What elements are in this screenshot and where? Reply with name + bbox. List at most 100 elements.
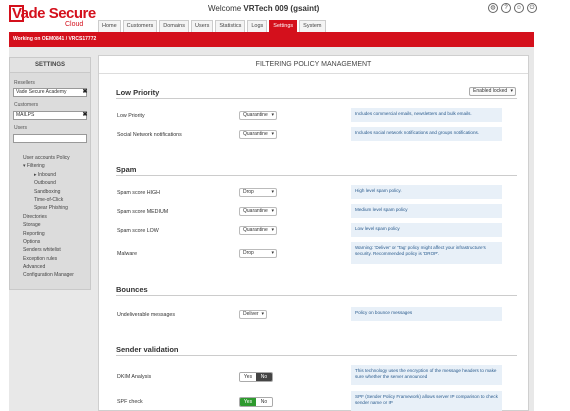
sidebar-item-inbound[interactable]: ▸ Inbound <box>19 171 74 179</box>
section-divider <box>116 355 517 356</box>
row-label-social-network: Social Network notifications <box>117 132 182 138</box>
spam-low-select[interactable]: Quarantine ▾ <box>239 226 277 235</box>
chevron-down-icon: ▾ <box>271 112 274 118</box>
customers-label: Customers <box>14 102 39 108</box>
welcome-prefix: Welcome <box>208 4 244 13</box>
spam-high-select[interactable]: Drop ▾ <box>239 188 277 197</box>
dkim-yes-option[interactable]: Yes <box>240 373 256 381</box>
sidebar-item-outbound[interactable]: Outbound <box>19 179 74 187</box>
reseller-field[interactable]: Vade Secure Academy ✖ <box>13 88 88 97</box>
low-priority-description: Includes commercial emails, newsletters … <box>351 108 502 122</box>
sidebar-item-sandboxing[interactable]: Sandboxing <box>19 188 74 196</box>
welcome-message: Welcome VRTech 009 (gsaint) <box>208 4 319 13</box>
section-title-bounces: Bounces <box>116 285 148 294</box>
customer-field[interactable]: MAILPS ✖ <box>13 111 88 120</box>
resellers-label: Resellers <box>14 80 35 86</box>
logo-brand-text: Vade Secure <box>12 5 96 22</box>
user-icon[interactable]: ☺ <box>514 3 524 13</box>
tab-domains[interactable]: Domains <box>159 20 189 32</box>
clear-reseller-icon[interactable]: ✖ <box>82 89 88 96</box>
chevron-down-icon: ▾ <box>271 189 274 195</box>
row-label-spam-low: Spam score LOW <box>117 228 159 234</box>
sidebar-title: SETTINGS <box>10 58 90 73</box>
spam-high-description: High level spam policy. <box>351 185 502 199</box>
dkim-no-option[interactable]: No <box>256 373 272 381</box>
users-label: Users <box>14 125 28 131</box>
sidebar-item-storage[interactable]: Storage <box>19 221 74 229</box>
users-field[interactable] <box>13 134 87 143</box>
chevron-down-icon: ▾ <box>271 131 274 137</box>
social-network-select-value: Quarantine <box>243 131 268 137</box>
sidebar-item-exception-rules[interactable]: Exception rules <box>19 255 74 263</box>
low-priority-select-value: Quarantine <box>243 112 268 118</box>
sidebar-item-configuration-manager[interactable]: Configuration Manager <box>19 271 74 279</box>
main-nav-tabs: Home Customers Domains Users Statistics … <box>98 20 326 32</box>
logout-icon[interactable]: ⏻ <box>527 3 537 13</box>
sidebar-item-filtering[interactable]: ▾ Filtering <box>19 162 74 170</box>
spf-no-option[interactable]: No <box>256 398 272 406</box>
spam-high-select-value: Drop <box>243 189 254 195</box>
tab-home[interactable]: Home <box>98 20 121 32</box>
filtering-policy-panel: FILTERING POLICY MANAGEMENT Low Priority… <box>98 55 529 411</box>
chevron-down-icon: ▾ <box>510 88 513 94</box>
sidebar-item-senders-whitelist[interactable]: Senders whitelist <box>19 246 74 254</box>
undeliverable-select[interactable]: Deliver ▾ <box>239 310 267 319</box>
tab-logs[interactable]: Logs <box>247 20 268 32</box>
spam-low-description: Low level spam policy <box>351 223 502 237</box>
spf-yes-option[interactable]: Yes <box>240 398 256 406</box>
sidebar-menu: User accounts Policy ▾ Filtering ▸ Inbou… <box>19 154 74 280</box>
social-network-select[interactable]: Quarantine ▾ <box>239 130 277 139</box>
tab-settings[interactable]: Settings <box>269 20 298 32</box>
chevron-down-icon: ▾ <box>271 227 274 233</box>
dkim-toggle[interactable]: Yes No <box>239 372 273 382</box>
undeliverable-select-value: Deliver <box>243 311 259 317</box>
sidebar-item-directories[interactable]: Directories <box>19 213 74 221</box>
policy-mode-value: Enabled locked <box>473 88 508 94</box>
settings-sidebar: SETTINGS Resellers Vade Secure Academy ✖… <box>9 57 91 290</box>
section-divider <box>116 175 517 176</box>
logo-sub-text: Cloud <box>65 21 84 28</box>
app-header: Vade Secure Cloud Welcome VRTech 009 (gs… <box>0 0 570 32</box>
row-label-malware: Malware <box>117 251 138 257</box>
row-label-spam-medium: Spam score MEDIUM <box>117 209 169 215</box>
row-label-spf: SPF check <box>117 399 143 405</box>
malware-select-value: Drop <box>243 250 254 256</box>
section-title-spam: Spam <box>116 165 137 174</box>
malware-description: Warning: 'Deliver' or 'Tag' policy might… <box>351 242 502 264</box>
spf-toggle[interactable]: Yes No <box>239 397 273 407</box>
row-label-spam-high: Spam score HIGH <box>117 190 160 196</box>
spam-medium-description: Medium level spam policy <box>351 204 502 218</box>
page-title: FILTERING POLICY MANAGEMENT <box>255 61 372 68</box>
dkim-description: This technology uses the encryption of t… <box>351 365 502 385</box>
tab-statistics[interactable]: Statistics <box>215 20 246 32</box>
spam-medium-select-value: Quarantine <box>243 208 268 214</box>
sidebar-item-time-of-click[interactable]: Time-of-Click <box>19 196 74 204</box>
tab-customers[interactable]: Customers <box>122 20 158 32</box>
vade-secure-logo[interactable]: Vade Secure Cloud <box>9 5 96 29</box>
row-label-low-priority: Low Priority <box>117 113 145 119</box>
section-title-low-priority: Low Priority <box>116 88 160 97</box>
row-label-undeliverable: Undeliverable messages <box>117 312 176 318</box>
policy-mode-select[interactable]: Enabled locked ▾ <box>469 87 516 96</box>
social-network-description: Includes social network notifications an… <box>351 127 502 141</box>
help-icon[interactable]: ? <box>501 3 511 13</box>
low-priority-select[interactable]: Quarantine ▾ <box>239 111 277 120</box>
row-label-dkim: DKIM Analysis <box>117 374 152 380</box>
tab-system[interactable]: System <box>299 20 326 32</box>
malware-select[interactable]: Drop ▾ <box>239 249 277 258</box>
section-divider <box>116 295 517 296</box>
sidebar-item-user-accounts-policy[interactable]: User accounts Policy <box>19 154 74 162</box>
sidebar-item-spear-phishing[interactable]: Spear Phishing <box>19 204 74 212</box>
sidebar-item-advanced[interactable]: Advanced <box>19 263 74 271</box>
spam-medium-select[interactable]: Quarantine ▾ <box>239 207 277 216</box>
chevron-down-icon: ▾ <box>261 311 264 317</box>
sidebar-item-reporting[interactable]: Reporting <box>19 230 74 238</box>
header-icon-group: ◍ ? ☺ ⏻ <box>488 3 537 13</box>
section-title-sender-validation: Sender validation <box>116 345 179 354</box>
context-bar: Working on OEM0841 / VRCS17772 <box>9 32 534 47</box>
chevron-down-icon: ▾ <box>271 250 274 256</box>
clear-customer-icon[interactable]: ✖ <box>82 112 88 119</box>
tab-users[interactable]: Users <box>190 20 214 32</box>
globe-icon[interactable]: ◍ <box>488 3 498 13</box>
sidebar-item-options[interactable]: Options <box>19 238 74 246</box>
